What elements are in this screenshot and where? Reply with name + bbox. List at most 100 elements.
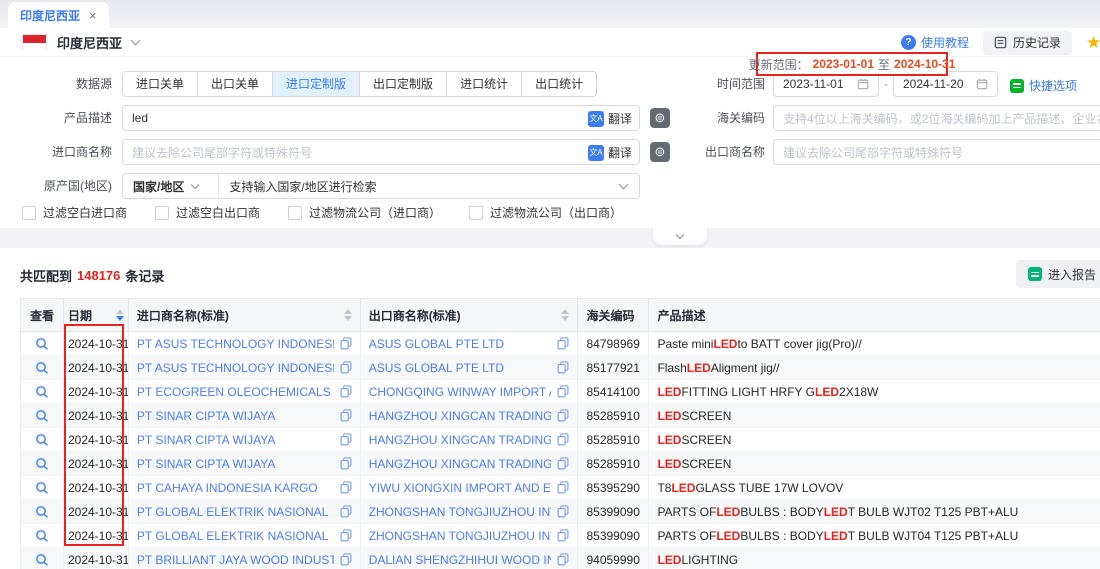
- view-cell[interactable]: [21, 380, 64, 404]
- importer-link[interactable]: PT ECOGREEN OLEOCHEMICALS: [137, 385, 334, 399]
- copy-icon[interactable]: [340, 409, 352, 422]
- copy-icon[interactable]: [340, 505, 352, 518]
- view-cell[interactable]: [21, 548, 64, 569]
- view-cell[interactable]: [21, 404, 64, 428]
- exporter-link[interactable]: HANGZHOU XINGCAN TRADING CO LTD: [369, 409, 552, 423]
- copy-icon[interactable]: [557, 553, 569, 566]
- data-source-tab[interactable]: 进口定制版: [272, 72, 359, 96]
- view-magnifier-icon[interactable]: [35, 481, 49, 495]
- importer-link[interactable]: PT SINAR CIPTA WIJAYA: [137, 409, 334, 423]
- view-magnifier-icon[interactable]: [35, 433, 49, 447]
- collapse-form-button[interactable]: [653, 228, 707, 245]
- sort-carets-icon[interactable]: [338, 309, 352, 321]
- exact-match-icon[interactable]: ⊜: [650, 142, 670, 162]
- view-cell[interactable]: [21, 452, 64, 476]
- column-header[interactable]: 日期: [64, 299, 129, 332]
- copy-icon[interactable]: [340, 385, 352, 398]
- copy-icon[interactable]: [557, 457, 569, 470]
- product-desc-input[interactable]: led 文A 翻译: [122, 105, 640, 131]
- origin-input[interactable]: 国家/地区 支持输入国家/地区进行检索: [122, 173, 640, 199]
- history-button[interactable]: 历史记录: [983, 31, 1072, 55]
- copy-icon[interactable]: [557, 529, 569, 542]
- copy-icon[interactable]: [340, 481, 352, 494]
- copy-icon[interactable]: [340, 337, 352, 350]
- view-magnifier-icon[interactable]: [35, 457, 49, 471]
- view-cell[interactable]: [21, 500, 64, 524]
- copy-icon[interactable]: [340, 457, 352, 470]
- exporter-link[interactable]: ASUS GLOBAL PTE LTD: [369, 361, 552, 375]
- tutorial-link[interactable]: ? 使用教程: [901, 34, 969, 51]
- exporter-link[interactable]: HANGZHOU XINGCAN TRADING CO LTD: [369, 433, 552, 447]
- copy-icon[interactable]: [557, 337, 569, 350]
- exact-match-icon[interactable]: ⊜: [650, 108, 670, 128]
- copy-icon[interactable]: [557, 361, 569, 374]
- data-source-tab[interactable]: 进口统计: [446, 72, 521, 96]
- data-source-tab[interactable]: 出口定制版: [359, 72, 446, 96]
- copy-icon[interactable]: [340, 529, 352, 542]
- view-magnifier-icon[interactable]: [35, 529, 49, 543]
- importer-input[interactable]: 建议去除公司尾部字符或特殊符号 文A 翻译: [122, 139, 640, 165]
- data-source-tab[interactable]: 出口关单: [197, 72, 272, 96]
- column-header[interactable]: 出口商名称(标准): [361, 299, 579, 332]
- importer-link[interactable]: PT CAHAYA INDONESIA KARGO: [137, 481, 334, 495]
- exporter-link[interactable]: ZHONGSHAN TONGJIUZHOU INTERNA...: [369, 529, 552, 543]
- enter-report-button[interactable]: 进入报告: [1016, 260, 1100, 288]
- chevron-down-icon[interactable]: [131, 35, 141, 45]
- importer-link[interactable]: PT GLOBAL ELEKTRIK NASIONAL: [137, 529, 334, 543]
- view-magnifier-icon[interactable]: [35, 385, 49, 399]
- checkbox-icon[interactable]: [22, 206, 36, 220]
- importer-link[interactable]: PT ASUS TECHNOLOGY INDONESIA BA...: [137, 361, 334, 375]
- favorite-star-icon[interactable]: ★: [1086, 33, 1100, 53]
- filter-checkbox[interactable]: 过滤物流公司（进口商）: [288, 204, 441, 221]
- copy-icon[interactable]: [557, 505, 569, 518]
- copy-icon[interactable]: [557, 385, 569, 398]
- view-cell[interactable]: [21, 332, 64, 356]
- copy-icon[interactable]: [340, 553, 352, 566]
- copy-icon[interactable]: [557, 481, 569, 494]
- close-icon[interactable]: ×: [89, 8, 97, 23]
- importer-link[interactable]: PT BRILLIANT JAYA WOOD INDUSTRY: [137, 553, 334, 567]
- translate-button[interactable]: 文A 翻译: [588, 110, 632, 127]
- importer-link[interactable]: PT SINAR CIPTA WIJAYA: [137, 433, 334, 447]
- checkbox-icon[interactable]: [155, 206, 169, 220]
- data-source-tab[interactable]: 出口统计: [521, 72, 596, 96]
- copy-icon[interactable]: [340, 433, 352, 446]
- view-cell[interactable]: [21, 476, 64, 500]
- view-cell[interactable]: [21, 356, 64, 380]
- exporter-link[interactable]: HANGZHOU XINGCAN TRADING CO LTD: [369, 457, 552, 471]
- view-magnifier-icon[interactable]: [35, 361, 49, 375]
- exporter-link[interactable]: ASUS GLOBAL PTE LTD: [369, 337, 552, 351]
- importer-link[interactable]: PT SINAR CIPTA WIJAYA: [137, 457, 334, 471]
- tab-indonesia[interactable]: 印度尼西亚 ×: [8, 2, 109, 28]
- hs-code-input[interactable]: 支持4位以上海关编码，或2位海关编码加上产品描述、企业名称的任意信息: [773, 105, 1100, 131]
- view-cell[interactable]: [21, 428, 64, 452]
- copy-icon[interactable]: [557, 433, 569, 446]
- view-magnifier-icon[interactable]: [35, 337, 49, 351]
- sort-carets-icon[interactable]: [555, 309, 569, 321]
- view-magnifier-icon[interactable]: [35, 409, 49, 423]
- column-header[interactable]: 进口商名称(标准): [129, 299, 361, 332]
- view-magnifier-icon[interactable]: [35, 505, 49, 519]
- importer-link[interactable]: PT GLOBAL ELEKTRIK NASIONAL: [137, 505, 334, 519]
- filter-checkbox[interactable]: 过滤物流公司（出口商）: [469, 204, 622, 221]
- checkbox-icon[interactable]: [469, 206, 483, 220]
- copy-icon[interactable]: [557, 409, 569, 422]
- quick-options-link[interactable]: 快捷选项: [1010, 77, 1077, 94]
- filter-checkbox[interactable]: 过滤空白进口商: [22, 204, 127, 221]
- copy-icon[interactable]: [340, 361, 352, 374]
- data-source-tab[interactable]: 进口关单: [123, 72, 197, 96]
- sort-carets-icon[interactable]: [110, 309, 124, 321]
- origin-type-select[interactable]: 国家/地区: [123, 174, 219, 198]
- translate-button[interactable]: 文A 翻译: [588, 144, 632, 161]
- view-magnifier-icon[interactable]: [35, 553, 49, 567]
- update-range-mid: 至: [878, 56, 890, 73]
- filter-checkbox[interactable]: 过滤空白出口商: [155, 204, 260, 221]
- view-cell[interactable]: [21, 524, 64, 548]
- checkbox-icon[interactable]: [288, 206, 302, 220]
- exporter-link[interactable]: YIWU XIONGXIN IMPORT AND EXPORT...: [369, 481, 552, 495]
- importer-link[interactable]: PT ASUS TECHNOLOGY INDONESIA BA...: [137, 337, 334, 351]
- exporter-link[interactable]: DALIAN SHENGZHIHUI WOOD INDUST...: [369, 553, 552, 567]
- exporter-input[interactable]: 建议去除公司尾部字符或特殊符号: [773, 139, 1100, 165]
- exporter-link[interactable]: ZHONGSHAN TONGJIUZHOU INTERNA...: [369, 505, 552, 519]
- exporter-link[interactable]: CHONGQING WINWAY IMPORT AND E...: [369, 385, 552, 399]
